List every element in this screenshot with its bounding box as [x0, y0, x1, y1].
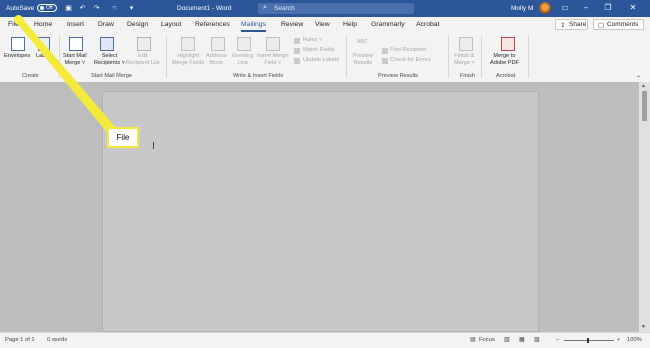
callout-label: File: [107, 127, 139, 148]
file-highlight-marker: [14, 15, 23, 24]
callout-pointer: [16, 17, 118, 136]
